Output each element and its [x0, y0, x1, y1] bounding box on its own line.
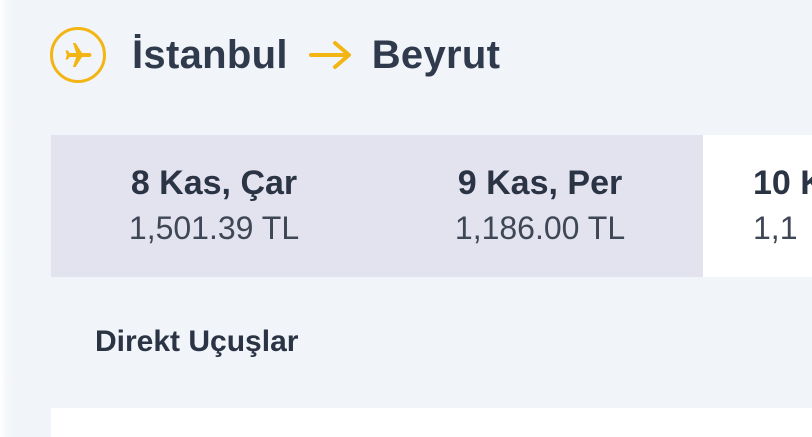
tab-date: 9 Kas, Per — [457, 164, 623, 202]
destination-city: Beyrut — [371, 32, 501, 77]
arrow-right-icon — [308, 40, 354, 70]
plane-icon — [50, 27, 106, 83]
flight-list-card[interactable] — [51, 408, 812, 437]
page-edge — [0, 0, 14, 437]
date-tabs: 8 Kas, Çar 1,501.39 TL 9 Kas, Per 1,186.… — [51, 135, 812, 277]
direct-flights-section: Direkt Uçuşlar — [51, 277, 812, 437]
date-tab-selected[interactable]: 10 Kas, Cum 1,1 — [703, 135, 812, 277]
tab-price: 1,501.39 TL — [128, 210, 300, 246]
flight-search-page: İstanbul Beyrut 8 Kas, Çar 1,501.39 TL 9… — [0, 0, 812, 437]
origin-city: İstanbul — [132, 32, 288, 77]
tab-price: 1,1 — [753, 210, 798, 246]
tab-date: 10 Kas, Cum — [753, 164, 812, 202]
tab-price: 1,186.00 TL — [454, 210, 626, 246]
date-tab[interactable]: 9 Kas, Per 1,186.00 TL — [377, 135, 703, 277]
section-title: Direkt Uçuşlar — [95, 325, 299, 358]
route-header: İstanbul Beyrut — [50, 24, 500, 86]
tab-date: 8 Kas, Çar — [130, 164, 298, 202]
date-tab[interactable]: 8 Kas, Çar 1,501.39 TL — [51, 135, 377, 277]
